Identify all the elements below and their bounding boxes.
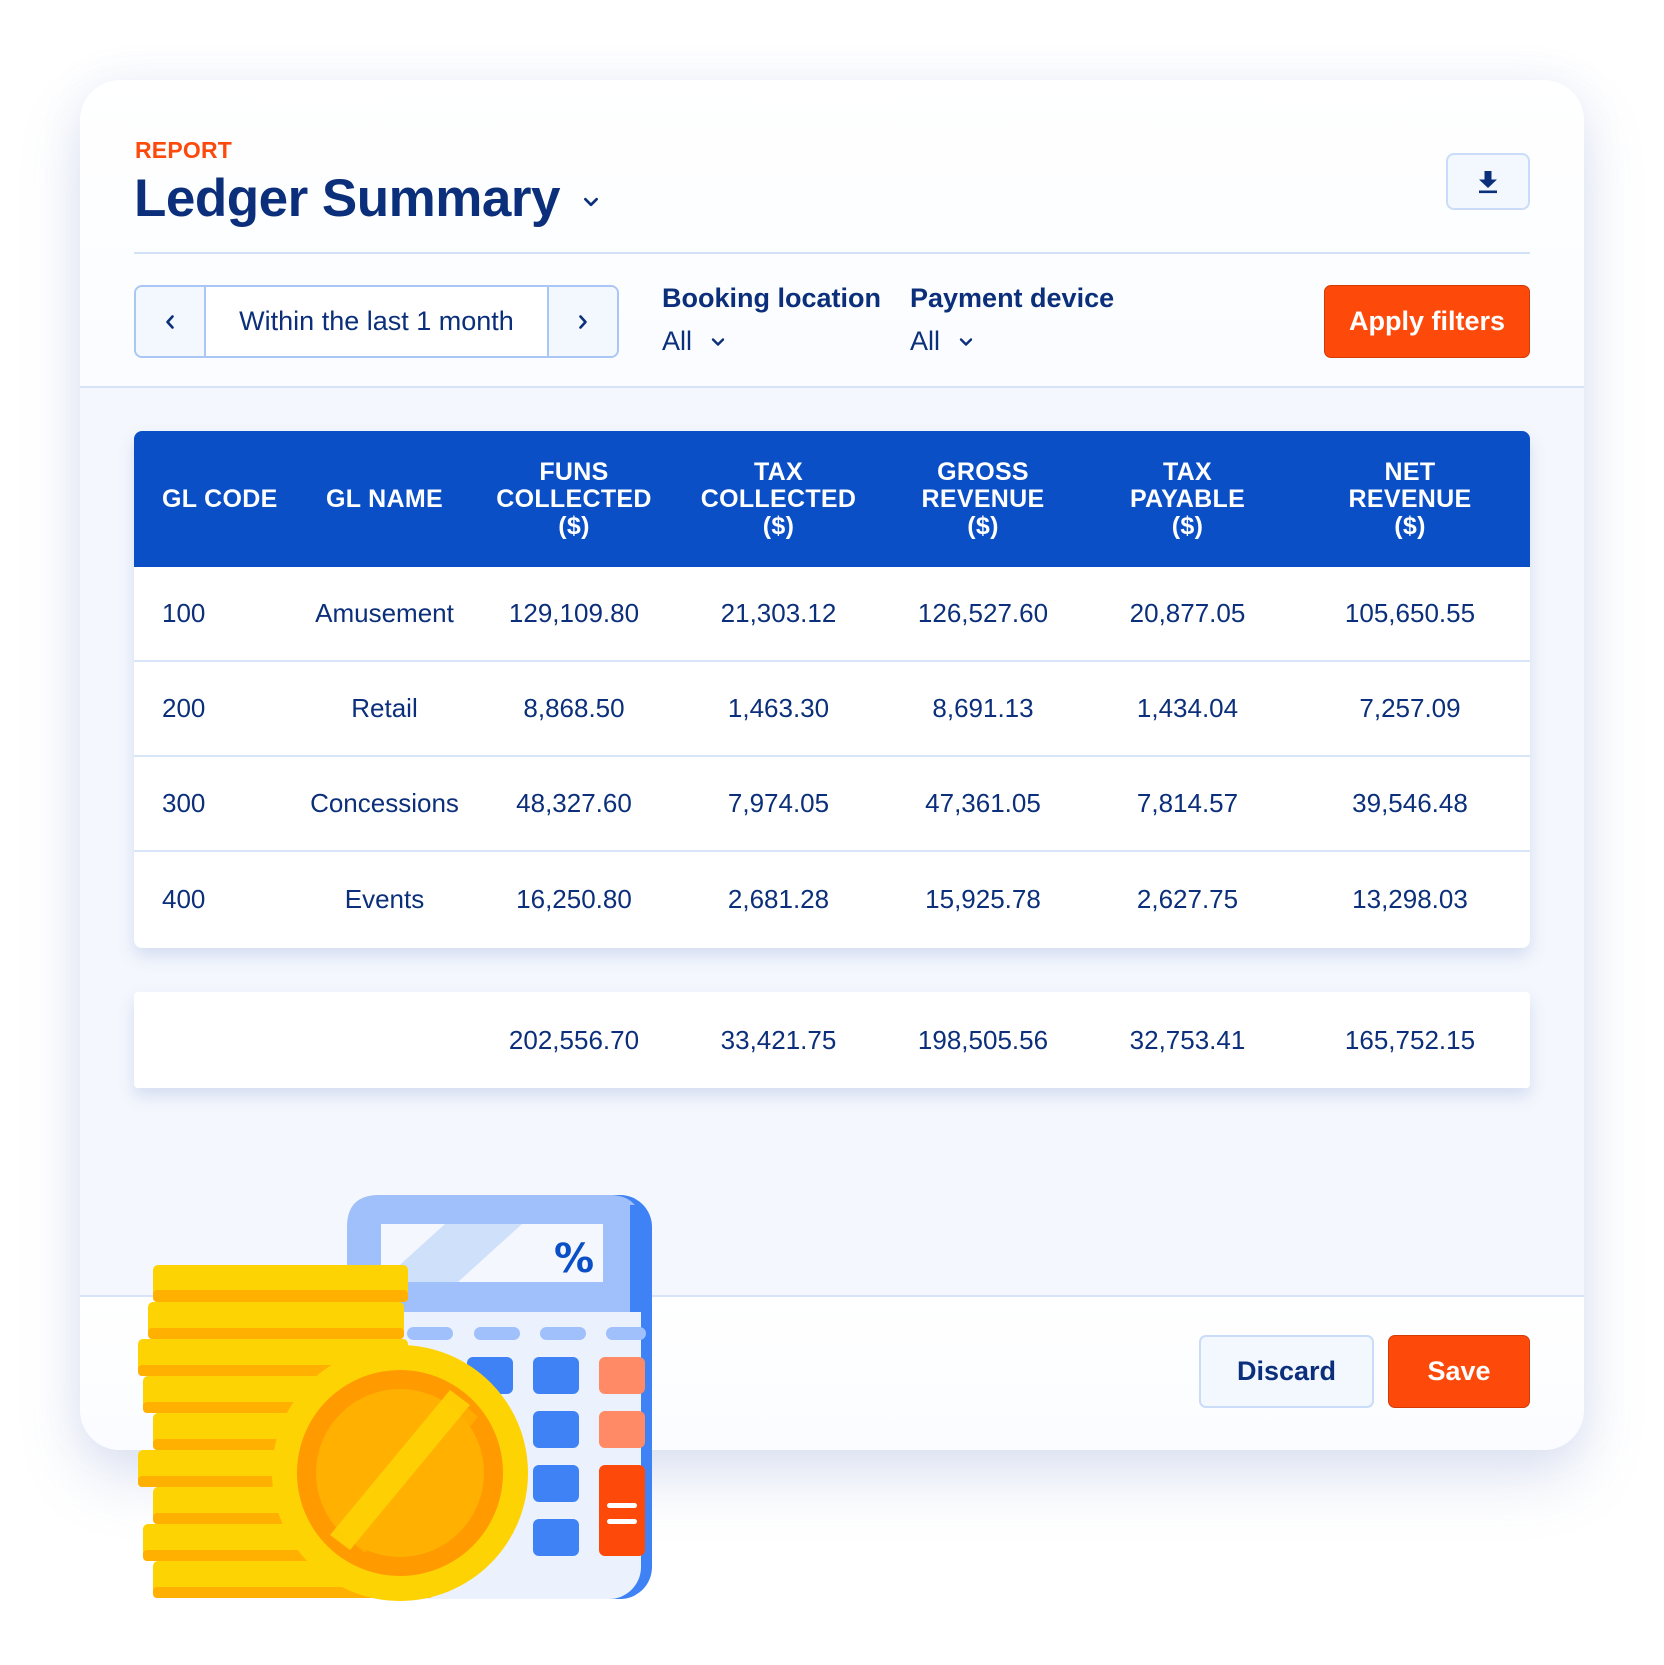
- tax-payable-cell: 20,877.05: [1129, 598, 1246, 628]
- funs-collected-cell: 8,868.50: [523, 693, 625, 723]
- gl-code-cell: 300: [162, 788, 206, 818]
- column-header-gl-name[interactable]: GL NAME: [297, 485, 472, 513]
- header-divider: [134, 252, 1530, 254]
- tax-collected-cell: 7,974.05: [727, 788, 830, 818]
- column-header-tax-payable[interactable]: TAX PAYABLE ($): [1085, 458, 1290, 540]
- chevron-down-icon: [959, 337, 973, 346]
- payment-device-select[interactable]: All: [910, 326, 1114, 357]
- large-coin-icon: [272, 1345, 528, 1601]
- download-button[interactable]: [1446, 153, 1530, 210]
- total-funs-collected: 202,556.70: [508, 1024, 640, 1055]
- tax-collected-cell: 1,463.30: [727, 693, 830, 723]
- tax-collected-cell: 2,681.28: [727, 884, 830, 914]
- discard-button[interactable]: Discard: [1199, 1335, 1374, 1408]
- total-tax-payable: 32,753.41: [1129, 1024, 1246, 1055]
- column-header-funs-collected[interactable]: FUNS COLLECTED ($): [472, 458, 676, 540]
- gl-code-cell: 400: [162, 884, 206, 914]
- net-revenue-cell: 13,298.03: [1352, 884, 1468, 914]
- report-selector[interactable]: Ledger Summary: [134, 168, 600, 229]
- table-row[interactable]: 100 Amusement 129,109.80 21,303.12 126,5…: [134, 567, 1530, 662]
- previous-period-button[interactable]: [136, 287, 206, 356]
- total-net-revenue: 165,752.15: [1344, 1024, 1476, 1055]
- tax-collected-cell: 21,303.12: [720, 598, 837, 628]
- gl-code-cell: 200: [162, 693, 206, 723]
- next-period-button[interactable]: [547, 287, 617, 356]
- booking-location-filter: Booking location All: [662, 283, 881, 357]
- gross-revenue-cell: 8,691.13: [932, 693, 1034, 723]
- column-header-gl-code[interactable]: GL CODE: [134, 485, 297, 513]
- funs-collected-cell: 129,109.80: [508, 598, 640, 628]
- gross-revenue-cell: 15,925.78: [925, 884, 1041, 914]
- column-header-net-revenue[interactable]: NET REVENUE ($): [1290, 458, 1530, 540]
- table-row[interactable]: 300 Concessions 48,327.60 7,974.05 47,36…: [134, 757, 1530, 852]
- chevron-down-icon: [711, 337, 725, 346]
- gl-name-cell: Concessions: [310, 788, 459, 818]
- net-revenue-cell: 39,546.48: [1352, 788, 1468, 818]
- totals-row: 202,556.70 33,421.75 198,505.56 32,753.4…: [134, 992, 1530, 1088]
- column-header-tax-collected[interactable]: TAX COLLECTED ($): [676, 458, 881, 540]
- apply-filters-button[interactable]: Apply filters: [1324, 285, 1530, 358]
- payment-device-filter: Payment device All: [910, 283, 1114, 357]
- download-icon: [1479, 170, 1497, 193]
- net-revenue-cell: 7,257.09: [1359, 693, 1461, 723]
- funs-collected-cell: 48,327.60: [516, 788, 632, 818]
- total-gross-revenue: 198,505.56: [917, 1024, 1049, 1055]
- payment-device-label: Payment device: [910, 283, 1115, 313]
- calculator-coins-illustration: %: [138, 1195, 652, 1601]
- funs-collected-cell: 16,250.80: [516, 884, 632, 914]
- gl-name-cell: Retail: [351, 693, 418, 723]
- ledger-table: GL CODE GL NAME FUNS COLLECTED ($) TAX C…: [134, 431, 1530, 948]
- report-eyebrow: REPORT: [135, 137, 233, 163]
- chevron-left-icon: [166, 314, 174, 329]
- column-header-gross-revenue[interactable]: GROSS REVENUE ($): [881, 458, 1085, 540]
- table-header: GL CODE GL NAME FUNS COLLECTED ($) TAX C…: [134, 431, 1530, 567]
- gl-name-cell: Events: [344, 884, 425, 914]
- table-row[interactable]: 400 Events 16,250.80 2,681.28 15,925.78 …: [134, 852, 1530, 947]
- chevron-down-icon: [584, 197, 598, 206]
- date-range-picker: Within the last 1 month: [134, 285, 619, 358]
- tax-payable-cell: 7,814.57: [1136, 788, 1239, 818]
- tax-payable-cell: 1,434.04: [1136, 693, 1239, 723]
- booking-location-label: Booking location: [662, 283, 881, 313]
- calculator-display-text: %: [554, 1236, 594, 1282]
- tax-payable-cell: 2,627.75: [1136, 884, 1239, 914]
- chevron-right-icon: [579, 314, 587, 329]
- booking-location-value: All: [662, 326, 693, 356]
- date-range-value[interactable]: Within the last 1 month: [206, 287, 547, 356]
- gl-code-cell: 100: [162, 598, 206, 628]
- table-row[interactable]: 200 Retail 8,868.50 1,463.30 8,691.13 1,…: [134, 662, 1530, 757]
- page-title: Ledger Summary: [134, 169, 560, 228]
- gross-revenue-cell: 47,361.05: [925, 788, 1041, 818]
- payment-device-value: All: [910, 326, 941, 356]
- gl-name-cell: Amusement: [315, 598, 454, 628]
- booking-location-select[interactable]: All: [662, 326, 881, 357]
- save-button[interactable]: Save: [1388, 1335, 1530, 1408]
- total-tax-collected: 33,421.75: [720, 1024, 837, 1055]
- gross-revenue-cell: 126,527.60: [917, 598, 1049, 628]
- net-revenue-cell: 105,650.55: [1344, 598, 1476, 628]
